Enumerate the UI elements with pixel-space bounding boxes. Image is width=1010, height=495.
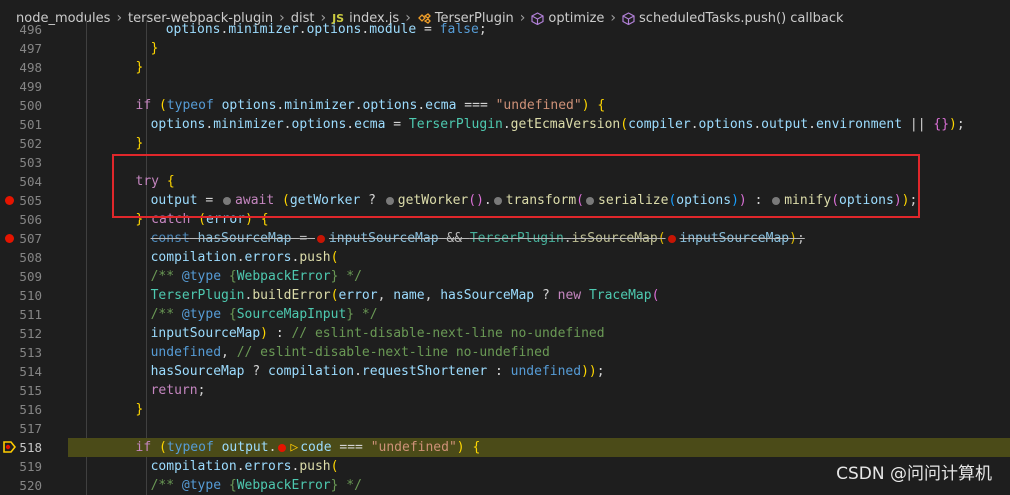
code-line[interactable]: 512 inputSourceMap) : // eslint-disable-n…	[0, 324, 1010, 343]
code-line[interactable]: 500 if (typeof options.minimizer.options.…	[0, 96, 1010, 115]
code-text: /** @type {WebpackError} */	[150, 269, 362, 284]
code-text: options.minimizer.options.ecma = TerserP…	[150, 117, 965, 132]
code-text: TerserPlugin.buildError(error, name, has…	[150, 288, 660, 303]
code-text: inputSourceMap) : // eslint-disable-next…	[150, 326, 605, 341]
code-line[interactable]: 518 if (typeof output. ▷ code === "undefine…	[3, 438, 1010, 457]
inline-breakpoint-icon[interactable]	[316, 234, 325, 243]
inline-breakpoint-icon[interactable]	[278, 443, 287, 452]
debug-current-line-icon[interactable]	[3, 441, 16, 453]
watermark: CSDN @问问计算机	[836, 464, 992, 484]
debug-step-arrow-icon: ▷	[290, 440, 299, 455]
line-number: 502	[19, 136, 42, 151]
code-line[interactable]: 511 /** @type {SourceMapInput} */	[0, 305, 1010, 324]
code-text: }	[135, 402, 144, 417]
red-highlight-box	[112, 154, 920, 218]
line-number: 511	[19, 307, 42, 322]
code-text: hasSourceMap ? compilation.requestShorte…	[150, 364, 605, 379]
code-line[interactable]: 501 options.minimizer.options.ecma = Ters…	[0, 115, 1010, 134]
line-number: 512	[19, 326, 42, 341]
breakpoint-icon[interactable]	[5, 196, 14, 205]
code-line[interactable]: 497}	[0, 39, 1010, 58]
line-number: 506	[19, 212, 42, 227]
line-number: 508	[19, 250, 42, 265]
breakpoint-icon[interactable]	[5, 234, 14, 243]
line-number: 499	[19, 79, 42, 94]
line-number: 519	[19, 459, 42, 474]
code-text: const hasSourceMap = inputSourceMap && T…	[150, 231, 805, 246]
code-line[interactable]: 514 hasSourceMap ? compilation.requestSho…	[0, 362, 1010, 381]
code-editor[interactable]: 496 options.minimizer.options.module = fa…	[0, 20, 1010, 495]
line-number: 515	[19, 383, 42, 398]
code-text: return;	[150, 383, 206, 398]
code-text: compilation.errors.push(	[150, 459, 339, 474]
line-number: 496	[19, 22, 42, 37]
code-line[interactable]: 509 /** @type {WebpackError} */	[0, 267, 1010, 286]
line-number: 520	[19, 478, 42, 493]
line-number: 501	[19, 117, 42, 132]
code-line[interactable]: 515 return;	[0, 381, 1010, 400]
code-line[interactable]: 502}	[0, 134, 1010, 153]
line-number: 513	[19, 345, 42, 360]
code-text: options.minimizer.options.module = false…	[165, 22, 487, 37]
line-number: 510	[19, 288, 42, 303]
code-line[interactable]: 517	[0, 419, 1010, 438]
code-text: }	[135, 136, 144, 151]
code-text: undefined, // eslint-disable-next-line n…	[150, 345, 550, 360]
line-number: 503	[19, 155, 42, 170]
code-line[interactable]: 513 undefined, // eslint-disable-next-lin…	[0, 343, 1010, 362]
inline-breakpoint-icon[interactable]	[667, 234, 676, 243]
code-text: if (typeof output. ▷ code === "undefined")…	[135, 440, 481, 455]
line-number: 509	[19, 269, 42, 284]
code-line[interactable]: 516}	[0, 400, 1010, 419]
code-line[interactable]: 508 compilation.errors.push(	[0, 248, 1010, 267]
line-number: 497	[19, 41, 42, 56]
code-line[interactable]: 498}	[0, 58, 1010, 77]
line-number: 517	[19, 421, 42, 436]
line-number: 516	[19, 402, 42, 417]
code-line[interactable]: 510 TerserPlugin.buildError(error, name, …	[0, 286, 1010, 305]
code-text: if (typeof options.minimizer.options.ecm…	[135, 98, 606, 113]
line-number: 504	[19, 174, 42, 189]
line-number: 500	[19, 98, 42, 113]
code-text: /** @type {SourceMapInput} */	[150, 307, 378, 322]
code-line[interactable]: 507 const hasSourceMap = inputSourceMap &…	[0, 229, 1010, 248]
code-line[interactable]: 496 options.minimizer.options.module = fa…	[0, 20, 1010, 39]
code-text: /** @type {WebpackError} */	[150, 478, 362, 493]
line-number: 514	[19, 364, 42, 379]
code-line[interactable]: 499	[0, 77, 1010, 96]
code-text: }	[135, 60, 144, 75]
code-text: }	[150, 41, 159, 56]
code-text: compilation.errors.push(	[150, 250, 339, 265]
line-number: 498	[19, 60, 42, 75]
